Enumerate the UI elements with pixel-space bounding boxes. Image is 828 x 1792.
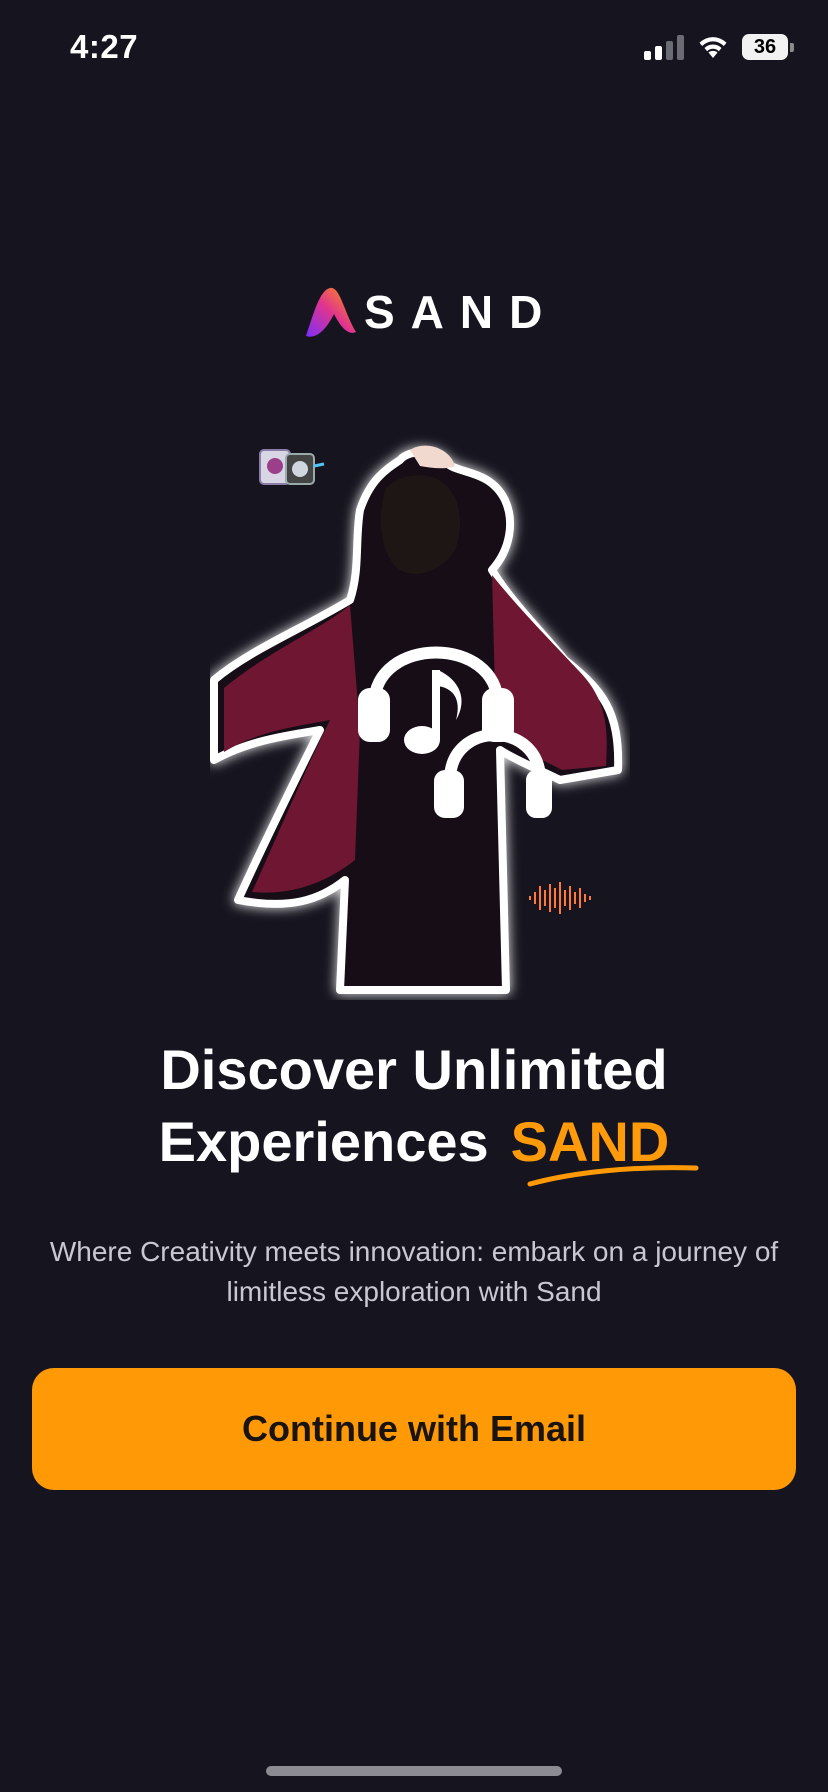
status-bar: 4:27 36	[0, 0, 828, 100]
headline-line2-text: Experiences	[158, 1110, 489, 1173]
headline-line1: Discover Unlimited	[160, 1038, 668, 1101]
battery-level: 36	[742, 34, 788, 60]
continue-with-email-button[interactable]: Continue with Email	[32, 1368, 796, 1490]
brand-underline	[527, 1165, 699, 1187]
wifi-icon	[699, 37, 727, 58]
home-indicator[interactable]	[266, 1766, 562, 1776]
signal-icon	[644, 34, 684, 60]
app-logo: SAND	[300, 282, 558, 342]
logo-text: SAND	[364, 286, 559, 338]
sand-logo-icon	[306, 287, 356, 337]
battery-icon: 36	[742, 34, 794, 60]
sound-wave-icon	[529, 882, 591, 914]
status-icons: 36	[644, 34, 794, 60]
status-time: 4:27	[70, 28, 139, 65]
subtitle: Where Creativity meets innovation: embar…	[49, 1236, 779, 1307]
